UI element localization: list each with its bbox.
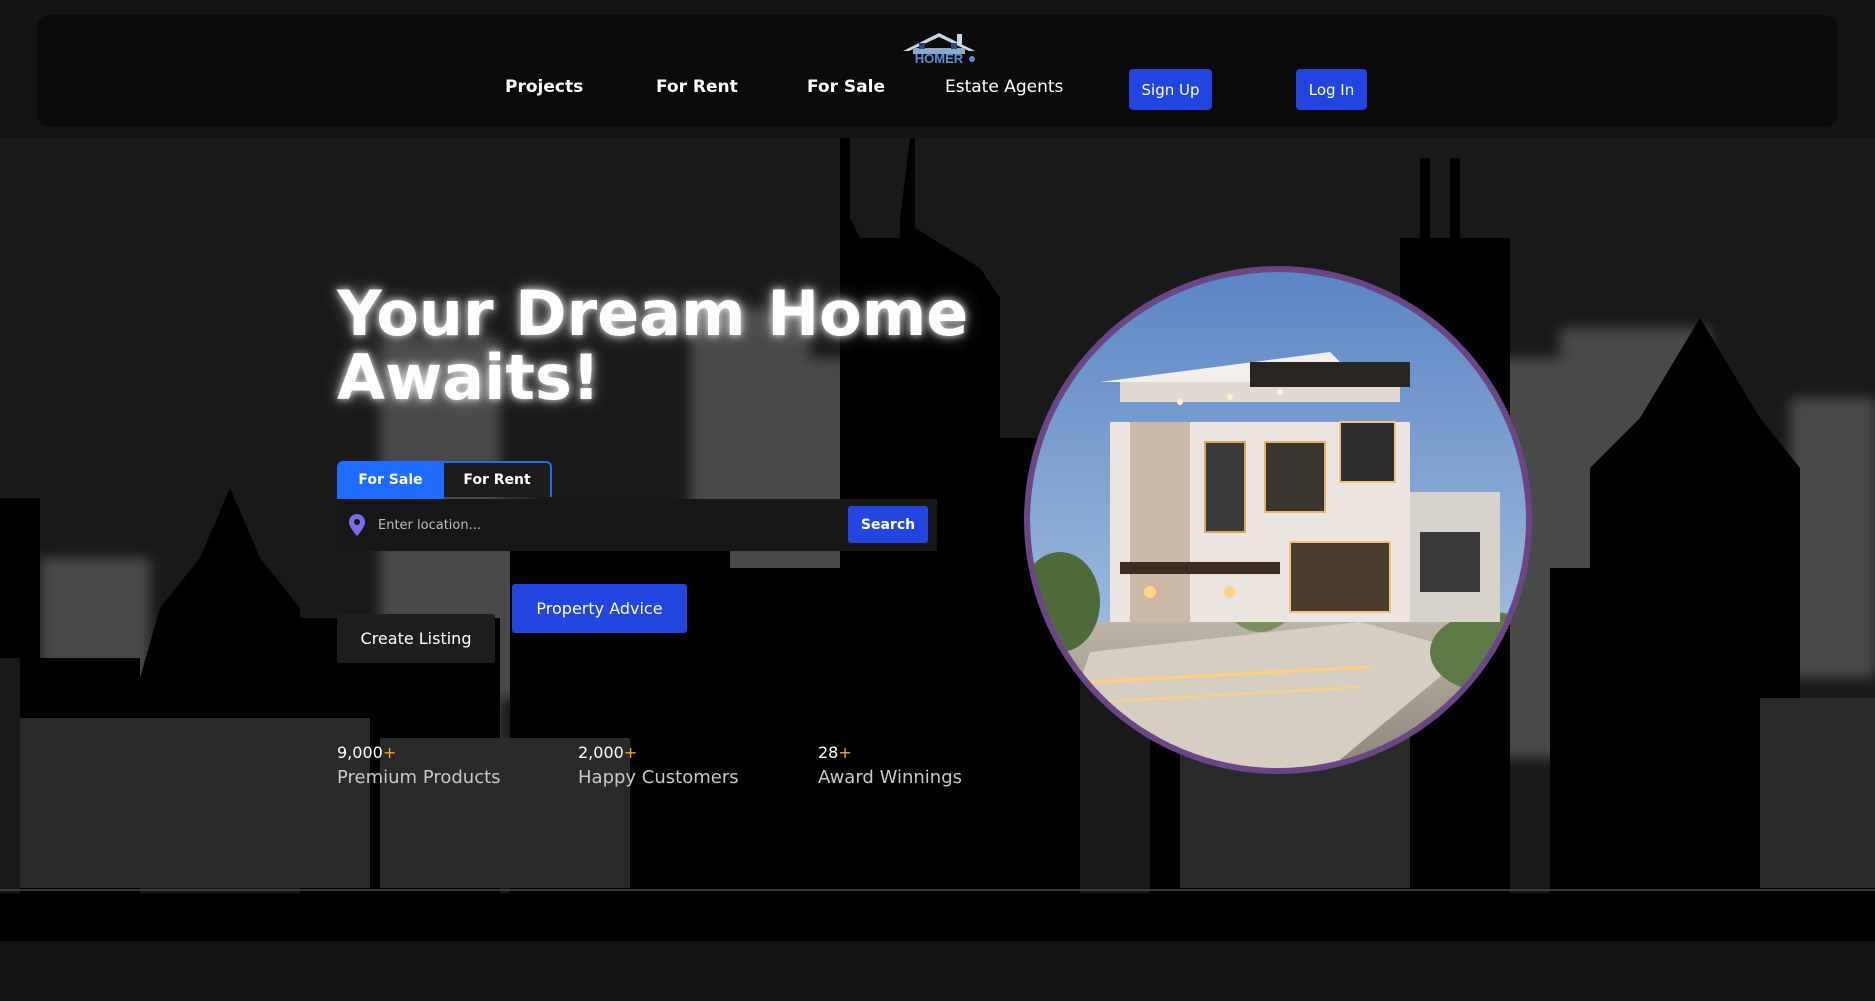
log-in-button[interactable]: Log In <box>1296 69 1367 110</box>
property-advice-button[interactable]: Property Advice <box>512 584 687 633</box>
stat-number: 28+ <box>818 743 852 762</box>
logo-text: HOMER <box>915 51 964 66</box>
stat-premium-products: 9,000+ Premium Products <box>337 743 501 788</box>
sign-up-button[interactable]: Sign Up <box>1129 69 1212 110</box>
nav-link-estate-agents[interactable]: Estate Agents <box>945 77 1063 97</box>
featured-house-image <box>1024 266 1532 774</box>
nav-link-projects[interactable]: Projects <box>505 77 583 97</box>
map-pin-icon <box>349 514 365 536</box>
stat-number: 9,000+ <box>337 743 397 762</box>
headline-line-1: Your Dream Home <box>337 277 969 350</box>
tab-for-sale[interactable]: For Sale <box>337 461 444 499</box>
house-logo-icon[interactable]: HOMER <box>899 31 979 67</box>
stat-number: 2,000+ <box>578 743 638 762</box>
location-search-input[interactable] <box>376 512 840 538</box>
stat-label: Premium Products <box>337 767 501 788</box>
stat-label: Award Winnings <box>818 767 962 788</box>
tab-for-rent[interactable]: For Rent <box>444 461 552 497</box>
hero-headline: Your Dream Home Awaits! <box>337 282 977 410</box>
search-button[interactable]: Search <box>848 506 928 543</box>
stat-award-winnings: 28+ Award Winnings <box>818 743 962 788</box>
nav-link-for-sale[interactable]: For Sale <box>807 77 885 97</box>
create-listing-button[interactable]: Create Listing <box>337 614 495 663</box>
footer-band <box>0 893 1875 941</box>
stat-happy-customers: 2,000+ Happy Customers <box>578 743 739 788</box>
headline-line-2: Awaits! <box>337 341 601 414</box>
nav-link-for-rent[interactable]: For Rent <box>656 77 738 97</box>
footer-bottom <box>0 941 1875 1001</box>
stat-label: Happy Customers <box>578 767 739 788</box>
